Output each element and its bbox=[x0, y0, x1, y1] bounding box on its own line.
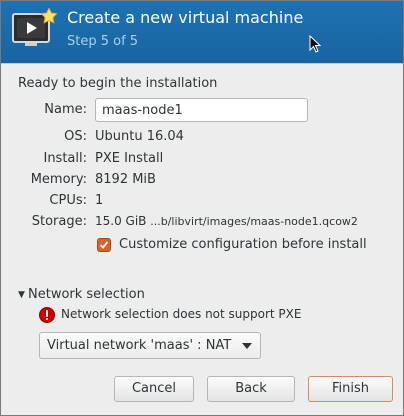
new-vm-dialog: Create a new virtual machine Step 5 of 5… bbox=[0, 0, 404, 416]
wizard-title: Create a new virtual machine bbox=[67, 8, 304, 27]
expander-arrow-down-icon[interactable]: ▼ bbox=[18, 290, 28, 300]
memory-value: 8192 MiB bbox=[95, 172, 156, 187]
dropdown-caret-icon[interactable] bbox=[242, 343, 252, 349]
memory-label: Memory: bbox=[30, 172, 87, 187]
name-label: Name: bbox=[44, 102, 87, 117]
virtual-machine-monitor-icon bbox=[12, 8, 57, 46]
wizard-header: Create a new virtual machine Step 5 of 5 bbox=[1, 1, 403, 63]
network-selection-expander[interactable]: ▼ Network selection bbox=[18, 287, 145, 302]
back-button[interactable]: Back bbox=[207, 376, 295, 402]
error-icon bbox=[39, 307, 55, 323]
network-source-selected[interactable]: Virtual network 'maas' : NAT bbox=[47, 338, 231, 353]
storage-path: ...b/libvirt/images/maas-node1.qcow2 bbox=[150, 215, 358, 228]
network-warning-text: Network selection does not support PXE bbox=[61, 307, 302, 321]
cpus-label: CPUs: bbox=[49, 193, 87, 208]
storage-value: 15.0 GiB ...b/libvirt/images/maas-node1.… bbox=[95, 214, 358, 228]
network-selection-label[interactable]: Network selection bbox=[28, 287, 145, 302]
mouse-pointer-icon bbox=[309, 35, 321, 53]
ready-heading: Ready to begin the installation bbox=[18, 76, 218, 91]
install-value: PXE Install bbox=[95, 151, 164, 166]
os-label: OS: bbox=[64, 129, 87, 144]
os-value: Ubuntu 16.04 bbox=[95, 129, 184, 144]
finish-button[interactable]: Finish bbox=[308, 376, 393, 402]
customize-config-label[interactable]: Customize configuration before install bbox=[119, 237, 367, 252]
network-source-dropdown[interactable]: Virtual network 'maas' : NAT bbox=[39, 332, 261, 359]
cancel-button[interactable]: Cancel bbox=[114, 376, 194, 402]
storage-label: Storage: bbox=[31, 214, 87, 229]
header-divider bbox=[1, 63, 403, 64]
wizard-step-indicator: Step 5 of 5 bbox=[67, 34, 139, 49]
install-label: Install: bbox=[43, 151, 87, 166]
storage-size: 15.0 GiB bbox=[95, 214, 147, 228]
vm-name-input[interactable] bbox=[95, 98, 308, 122]
checkbox-checked-icon[interactable] bbox=[97, 238, 111, 252]
cpus-value: 1 bbox=[95, 193, 104, 208]
